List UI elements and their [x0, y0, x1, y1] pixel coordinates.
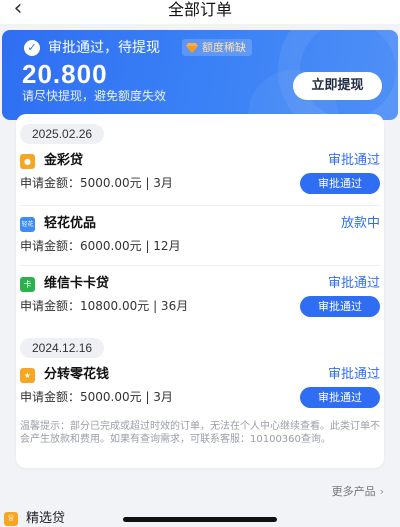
more-products-link[interactable]: 更多产品 › — [332, 484, 384, 500]
order-status: 放款中 — [340, 216, 380, 231]
product-name: 分转零花钱 — [44, 367, 110, 382]
orders-list-card: 2025.02.26 ● 金彩贷 审批通过 申请金额：5000.00元 | 3月… — [16, 114, 384, 468]
withdraw-hint: 请尽快提现，避免额度失效 — [22, 89, 167, 103]
featured-loans-label: 精选贷 — [26, 511, 66, 526]
crown-icon: ♕ — [4, 512, 18, 526]
order-item-jincai[interactable]: ● 金彩贷 审批通过 申请金额：5000.00元 | 3月 审批通过 — [16, 153, 384, 208]
top-nav-bar: ‹ 全部订单 — [0, 0, 400, 24]
approved-amount: 20.800 — [22, 59, 108, 89]
order-item-weixin-kaka[interactable]: 卡 维信卡卡贷 审批通过 申请金额：10800.00元 | 36月 审批通过 — [16, 276, 384, 331]
divider — [20, 205, 380, 206]
product-name: 金彩贷 — [44, 153, 84, 168]
chevron-right-icon: › — [379, 485, 384, 498]
approval-banner: ✓ 审批通过，待提现 额度稀缺 20.800 请尽快提现，避免额度失效 立即提现 — [2, 30, 398, 120]
order-date-pill: 2024.12.16 — [20, 338, 105, 358]
quota-scarce-label: 额度稀缺 — [202, 41, 246, 54]
divider — [20, 265, 380, 266]
order-date-pill: 2025.02.26 — [20, 124, 105, 144]
check-circle-icon: ✓ — [24, 40, 40, 56]
weixin-kaka-logo-icon: 卡 — [20, 277, 35, 292]
home-indicator — [123, 517, 277, 522]
apply-amount: 申请金额：10800.00元 | 36月 — [20, 299, 189, 313]
approved-button[interactable]: 审批通过 — [300, 173, 380, 194]
quota-scarce-badge: 额度稀缺 — [182, 39, 252, 56]
fenzhuan-logo-icon: ★ — [20, 368, 35, 383]
product-name: 轻花优品 — [44, 216, 97, 231]
approved-button[interactable]: 审批通过 — [300, 387, 380, 408]
diamond-icon — [186, 42, 198, 53]
order-status: 审批通过 — [327, 153, 380, 168]
qinghua-logo-icon: 轻花 — [20, 217, 35, 232]
apply-amount: 申请金额：5000.00元 | 3月 — [20, 390, 173, 404]
order-item-fenzhuan[interactable]: ★ 分转零花钱 审批通过 申请金额：5000.00元 | 3月 审批通过 — [16, 367, 384, 422]
order-status: 审批通过 — [327, 367, 380, 382]
jincai-logo-icon: ● — [20, 154, 35, 169]
approval-status-text: 审批通过，待提现 — [48, 40, 160, 56]
approved-button[interactable]: 审批通过 — [300, 296, 380, 317]
warm-notice-text: 温馨提示：部分已完成或超过时效的订单，无法在个人中心继续查看。此类订单不会产生放… — [20, 421, 380, 445]
order-item-qinghua[interactable]: 轻花 轻花优品 放款中 申请金额：6000.00元 | 12月 — [16, 216, 384, 271]
apply-amount: 申请金额：6000.00元 | 12月 — [20, 239, 181, 253]
more-products-label: 更多产品 — [331, 485, 376, 498]
product-name: 维信卡卡贷 — [44, 276, 110, 291]
order-status: 审批通过 — [327, 276, 380, 291]
featured-loans-section: ♕ 精选贷 — [4, 511, 65, 527]
apply-amount: 申请金额：5000.00元 | 3月 — [20, 176, 173, 190]
page-title: 全部订单 — [167, 0, 232, 19]
withdraw-now-button[interactable]: 立即提现 — [293, 72, 382, 100]
